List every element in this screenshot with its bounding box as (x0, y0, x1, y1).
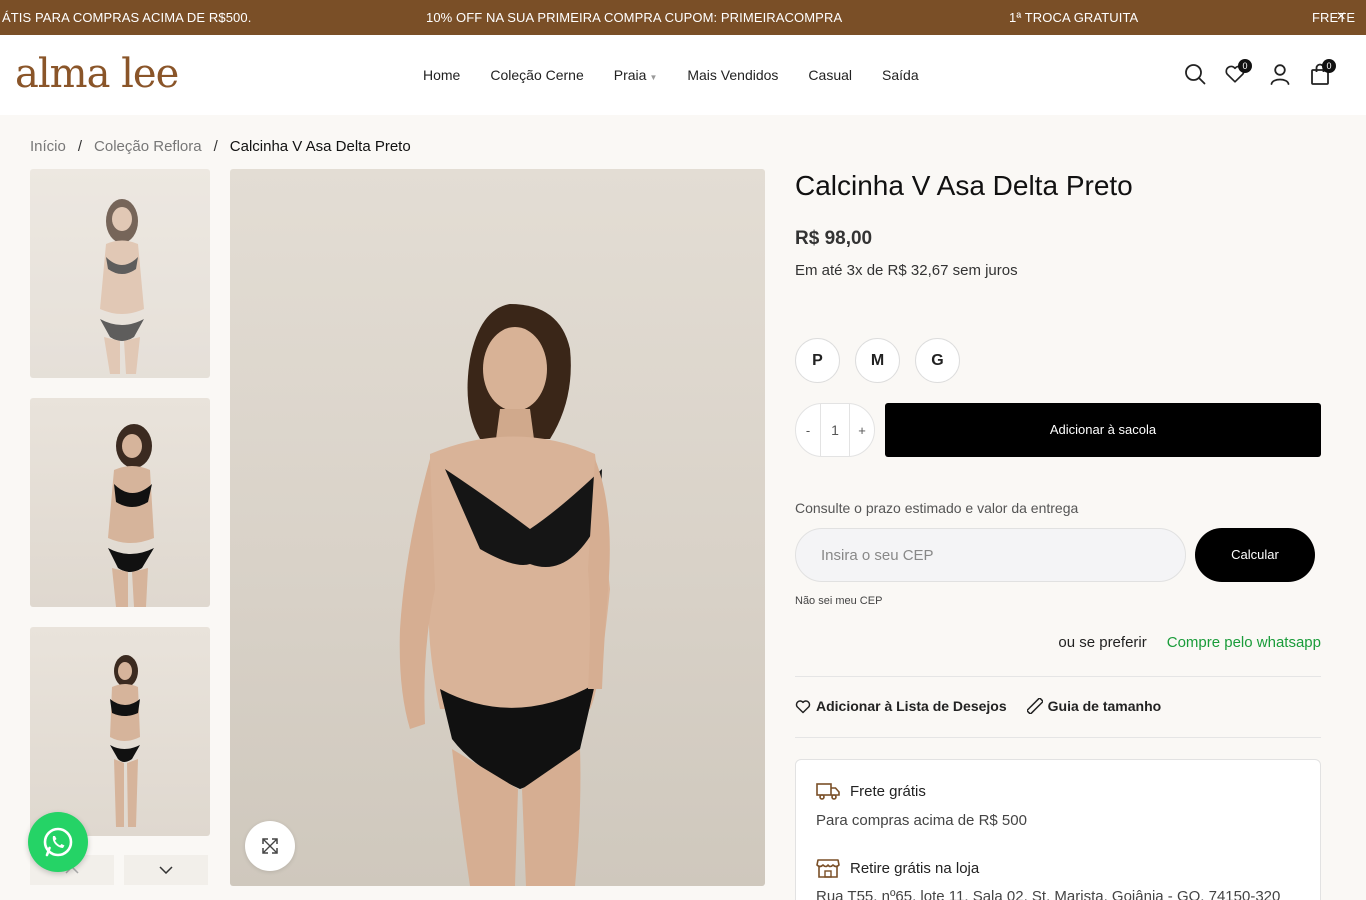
cart-count-badge: 0 (1322, 59, 1336, 73)
store-icon (816, 859, 840, 878)
announcement-text-left: ÁTIS PARA COMPRAS ACIMA DE R$500. (2, 10, 252, 25)
calculate-button[interactable]: Calcular (1195, 528, 1315, 582)
quantity-increase-button[interactable]: + (850, 423, 874, 438)
size-guide-link[interactable]: Guia de tamanho (1026, 698, 1162, 714)
breadcrumb-current: Calcinha V Asa Delta Preto (229, 138, 411, 155)
product-thumbnail-2[interactable] (30, 398, 210, 607)
shipping-label: Consulte o prazo estimado e valor da ent… (795, 500, 1079, 516)
quantity-input[interactable]: 1 (820, 404, 850, 456)
nav-item-home[interactable]: Home (423, 67, 460, 83)
whatsapp-float-button[interactable] (28, 812, 88, 872)
announcement-bar: ÁTIS PARA COMPRAS ACIMA DE R$500. 10% OF… (0, 0, 1366, 35)
store-pickup-title: Retire grátis na loja (850, 859, 980, 877)
nav-item-casual[interactable]: Casual (808, 67, 852, 83)
zoom-button[interactable] (245, 821, 295, 871)
product-actions: Adicionar à Lista de Desejos Guia de tam… (795, 698, 1161, 714)
logo[interactable]: alma lee (15, 51, 179, 97)
breadcrumb-separator: / (77, 138, 83, 155)
cep-input[interactable] (795, 528, 1186, 582)
announcement-text-center: 10% OFF NA SUA PRIMEIRA COMPRA CUPOM: PR… (426, 10, 843, 25)
announcement-text-edge: FRETE (1312, 10, 1356, 25)
close-icon[interactable]: × (1337, 8, 1346, 26)
main-nav: Home Coleção Cerne Praia ▼ Mais Vendidos … (423, 67, 919, 83)
size-option-p[interactable]: P (795, 338, 840, 383)
ruler-icon (1026, 698, 1043, 714)
product-price: R$ 98,00 (795, 228, 873, 249)
product-title: Calcinha V Asa Delta Preto (795, 170, 1133, 201)
nav-item-praia[interactable]: Praia ▼ (614, 67, 658, 83)
chevron-down-icon: ▼ (649, 73, 658, 82)
thumbnail-next-button[interactable] (124, 855, 208, 885)
cart-icon[interactable]: 0 (1310, 59, 1336, 85)
wishlist-count-badge: 0 (1238, 59, 1252, 73)
breadcrumb-separator: / (213, 138, 218, 155)
breadcrumb-home[interactable]: Início (30, 138, 66, 155)
product-thumbnail-3[interactable] (30, 627, 210, 836)
add-to-bag-button[interactable]: Adicionar à sacola (885, 403, 1321, 457)
info-box: Frete grátis Para compras acima de R$ 50… (795, 759, 1321, 900)
no-cep-link[interactable]: Não sei meu CEP (795, 595, 882, 607)
add-to-wishlist-link[interactable]: Adicionar à Lista de Desejos (795, 698, 1007, 714)
breadcrumb: Início / Coleção Reflora / Calcinha V As… (30, 138, 411, 155)
size-option-m[interactable]: M (855, 338, 900, 383)
heart-icon (795, 699, 811, 713)
search-icon[interactable] (1184, 63, 1206, 85)
free-shipping-row: Frete grátis (816, 782, 926, 800)
account-icon[interactable] (1269, 63, 1291, 85)
size-guide-label: Guia de tamanho (1047, 698, 1162, 714)
announcement-text-right: 1ª TROCA GRATUITA (1009, 10, 1139, 25)
truck-icon (816, 783, 840, 800)
add-to-wishlist-label: Adicionar à Lista de Desejos (816, 698, 1007, 714)
quantity-decrease-button[interactable]: - (796, 423, 820, 438)
nav-item-saida[interactable]: Saída (882, 67, 919, 83)
nav-item-colecao-cerne[interactable]: Coleção Cerne (490, 67, 583, 83)
installments-text: Em até 3x de R$ 32,67 sem juros (795, 262, 1018, 279)
whatsapp-buy-link[interactable]: Compre pelo whatsapp (1167, 634, 1321, 651)
quantity-stepper: - 1 + (795, 403, 875, 457)
store-address: Rua T55, nº65, lote 11, Sala 02, St. Mar… (816, 888, 1281, 900)
whatsapp-icon (43, 827, 73, 857)
product-thumbnail-1[interactable] (30, 169, 210, 378)
free-shipping-subtitle: Para compras acima de R$ 500 (816, 812, 1027, 829)
breadcrumb-collection[interactable]: Coleção Reflora (94, 138, 202, 155)
wishlist-icon[interactable]: 0 (1224, 59, 1252, 85)
store-pickup-row: Retire grátis na loja (816, 858, 979, 878)
nav-item-mais-vendidos[interactable]: Mais Vendidos (687, 67, 778, 83)
whatsapp-prefix: ou se preferir (1058, 634, 1147, 651)
site-header: alma lee Home Coleção Cerne Praia ▼ Mais … (0, 35, 1366, 115)
size-option-g[interactable]: G (915, 338, 960, 383)
whatsapp-buy-line: ou se preferir Compre pelo whatsapp (1058, 634, 1321, 651)
free-shipping-title: Frete grátis (850, 782, 926, 800)
expand-icon (262, 838, 278, 854)
product-main-image[interactable] (230, 169, 765, 886)
nav-item-praia-label: Praia (613, 67, 647, 83)
divider (795, 676, 1321, 677)
divider (795, 737, 1321, 738)
size-selector: P M G (795, 338, 960, 383)
